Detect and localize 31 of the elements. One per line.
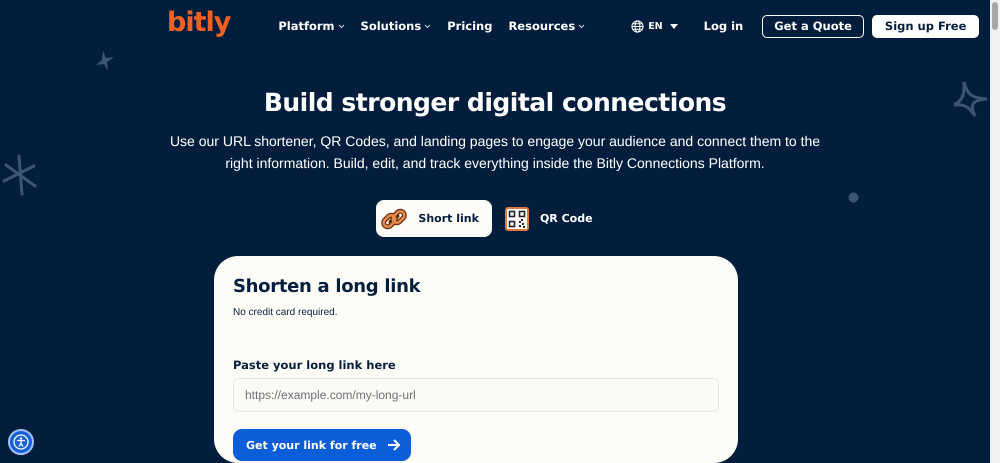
nav-link[interactable]: Pricing (447, 19, 492, 33)
globe-icon (631, 20, 644, 32)
accessibility-button[interactable] (8, 429, 34, 455)
tab[interactable]: Short link (376, 200, 492, 237)
chevron-icon (578, 24, 586, 28)
nav-link[interactable]: Platform (278, 19, 345, 33)
card-title: Shorten a long link (233, 276, 422, 297)
caret-icon (670, 24, 678, 28)
chain-link-icon (381, 206, 408, 232)
sparkle-icon (95, 50, 115, 72)
signup-button[interactable]: Sign up Free (872, 14, 980, 38)
hero-subtitle: Use our URL shortener, QR Codes, and landing pages to engage your audience and connect them to the right information. Build, edit, and track everything inside the Bitly Connections Platform. (168, 132, 822, 173)
qr-code-icon (504, 206, 529, 230)
nav-link[interactable]: Solutions (360, 19, 432, 33)
scrollbar[interactable] (990, 0, 1000, 463)
field-label: Paste your long link here (233, 358, 397, 372)
nav-link[interactable]: Resources (508, 19, 586, 33)
hero-title: Build stronger digital connections (264, 88, 726, 117)
url-input-field[interactable]: https://example.com/my-long-url (233, 378, 719, 412)
logo[interactable]: bitly (167, 6, 230, 38)
dot-icon (848, 192, 859, 203)
chevron-icon (424, 24, 432, 28)
tab[interactable]: QR Code (500, 200, 606, 237)
quote-button[interactable]: Get a Quote (762, 14, 864, 38)
arrow-right-icon (386, 438, 401, 452)
card-note: No credit card required. (233, 307, 338, 318)
language-selector[interactable]: EN (631, 20, 678, 32)
shorten-button[interactable]: Get your link for free (233, 429, 411, 461)
asterisk-icon (1, 153, 37, 197)
chevron-icon (338, 24, 345, 28)
login-link[interactable]: Log in (704, 19, 744, 33)
